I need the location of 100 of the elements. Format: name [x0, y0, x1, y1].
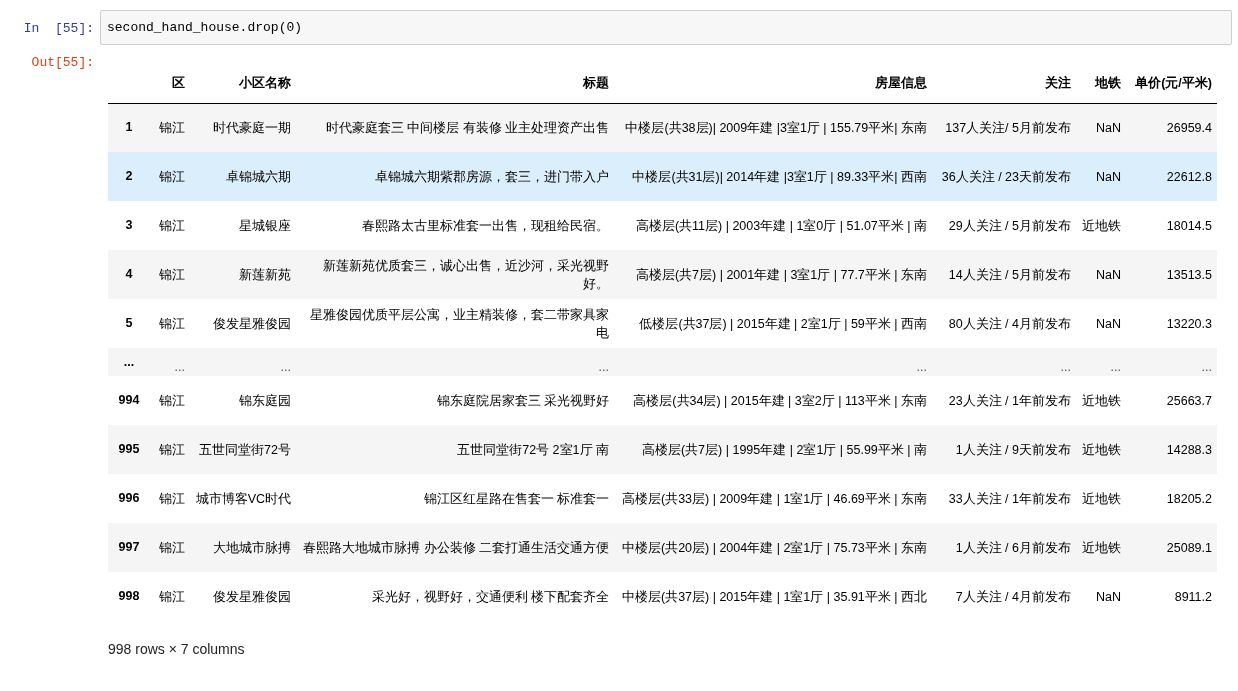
table-cell: 22612.8 — [1166, 169, 1212, 184]
row-index: 997 — [118, 540, 140, 555]
table-cell: 城市博客VC时代 — [195, 491, 291, 506]
table-cell: 近地铁 — [1082, 218, 1121, 233]
table-cell: 时代豪庭套三 中间楼层 有装修 业主处理资产出售 — [325, 120, 609, 135]
row-index: 2 — [125, 169, 133, 184]
table-cell: 近地铁 — [1082, 442, 1121, 457]
table-cell: 锦江 — [159, 540, 185, 555]
row-index: 994 — [118, 393, 140, 408]
table-cell: 中楼层(共37层) | 2015年建 | 1室1厅 | 35.91平米 | 西北 — [622, 589, 927, 604]
table-cell: 1人关注 / 6月前发布 — [955, 540, 1071, 555]
table-row[interactable]: 995 锦江 五世同堂街72号 五世同堂街72号 2室1厅 南 高楼层(共7层) | 1995年建 | 2室1厅 | 55.99平米 | 南 1人关注 / 9天前发布 近地铁 14288.3 — [108, 425, 1217, 474]
table-cell: 26959.4 — [1166, 120, 1212, 135]
table-cell: 14288.3 — [1166, 442, 1212, 457]
table-row[interactable]: 4 锦江 新莲新苑 新莲新苑优质套三，诚心出售，近沙河，采光视野好。 高楼层(共7层) | 2001年建 | 3室1厅 | 77.7平米 | 东南 14人关注 / 5月前发布 NaN 13513.5 — [108, 250, 1217, 299]
table-cell: 18014.5 — [1166, 218, 1212, 233]
table-cell: ... — [1110, 360, 1121, 374]
table-cell: 五世同堂街72号 — [199, 442, 291, 457]
row-index: 1 — [125, 120, 133, 135]
table-cell: 33人关注 / 1年前发布 — [948, 491, 1071, 506]
table-row[interactable]: 997 锦江 大地城市脉搏 春熙路大地城市脉搏 办公装修 二套打通生活交通方便 中楼层(共20层) | 2004年建 | 2室1厅 | 75.73平米 | 东南 1人关注 / 6月前发布 近地铁 25089.1 — [108, 523, 1217, 572]
table-cell: 锦江 — [159, 120, 185, 135]
table-cell: NaN — [1096, 589, 1121, 604]
table-cell: 俊发星雅俊园 — [213, 316, 291, 331]
row-index: 995 — [118, 442, 140, 457]
table-cell: 高楼层(共7层) | 2001年建 | 3室1厅 | 77.7平米 | 东南 — [635, 267, 927, 282]
table-cell: 中楼层(共20层) | 2004年建 | 2室1厅 | 75.73平米 | 东南 — [622, 540, 927, 555]
table-cell: 14人关注 / 5月前发布 — [948, 267, 1071, 282]
column-header: 地铁 — [1095, 75, 1121, 90]
output-prompt: Out[55]: — [30, 54, 95, 72]
table-cell: 13513.5 — [1166, 267, 1212, 282]
column-header: 区 — [172, 75, 185, 90]
table-row[interactable]: 994 锦江 锦东庭园 锦东庭院居家套三 采光视野好 高楼层(共34层) | 2015年建 | 3室2厅 | 113平米 | 东南 23人关注 / 1年前发布 近地铁 25663.7 — [108, 376, 1217, 425]
table-cell: ... — [916, 360, 927, 374]
table-cell: 1人关注 / 9天前发布 — [955, 442, 1071, 457]
table-cell: ... — [174, 360, 185, 374]
table-cell: 137人关注/ 5月前发布 — [945, 120, 1071, 135]
table-cell: 锦江 — [159, 442, 185, 457]
table-cell: NaN — [1096, 120, 1121, 135]
table-cell: 18205.2 — [1166, 491, 1212, 506]
table-cell: 新莲新苑 — [239, 267, 291, 282]
column-header: 关注 — [1045, 75, 1071, 90]
table-row[interactable]: ... ... ... ... ... ... ... ... — [108, 348, 1217, 376]
row-index: 996 — [118, 491, 140, 506]
table-row[interactable]: 5 锦江 俊发星雅俊园 星雅俊园优质平层公寓，业主精装修，套二带家具家电 低楼层(共37层) | 2015年建 | 2室1厅 | 59平米 | 西南 80人关注 / 4月前发布 NaN 13220.3 — [108, 299, 1217, 348]
column-header: 小区名称 — [239, 75, 291, 90]
table-cell: 80人关注 / 4月前发布 — [948, 316, 1071, 331]
table-cell: 中楼层(共38层)| 2009年建 |3室1厅 | 155.79平米| 东南 — [625, 120, 927, 135]
row-index: 3 — [125, 218, 133, 233]
table-cell: 锦东庭院居家套三 采光视野好 — [436, 393, 609, 408]
table-cell: 36人关注 / 23天前发布 — [941, 169, 1071, 184]
table-cell: 锦江 — [159, 393, 185, 408]
table-cell: 锦江区红星路在售套一 标准套一 — [423, 491, 609, 506]
table-cell: 13220.3 — [1166, 316, 1212, 331]
table-cell: ... — [280, 360, 291, 374]
table-cell: 7人关注 / 4月前发布 — [955, 589, 1071, 604]
column-header: 单价(元/平米) — [1135, 75, 1212, 90]
table-cell: 采光好，视野好，交通便利 楼下配套齐全 — [371, 589, 609, 604]
table-cell: 锦东庭园 — [239, 393, 291, 408]
column-header: 标题 — [583, 75, 609, 90]
table-cell: 新莲新苑优质套三，诚心出售，近沙河，采光视野好。 — [323, 258, 609, 291]
table-cell: 中楼层(共31层)| 2014年建 |3室1厅 | 89.33平米| 西南 — [632, 169, 927, 184]
table-cell: 锦江 — [159, 169, 185, 184]
column-header: 房屋信息 — [875, 75, 927, 90]
row-index: ... — [123, 354, 135, 369]
table-cell: ... — [1201, 360, 1212, 374]
table-cell: 五世同堂街72号 2室1厅 南 — [457, 442, 609, 457]
table-cell: 29人关注 / 5月前发布 — [948, 218, 1071, 233]
table-row[interactable]: 996 锦江 城市博客VC时代 锦江区红星路在售套一 标准套一 高楼层(共33层) | 2009年建 | 1室1厅 | 46.69平米 | 东南 33人关注 / 1年前发布 近地铁 18205.2 — [108, 474, 1217, 523]
table-cell: 近地铁 — [1082, 491, 1121, 506]
table-row[interactable]: 1 锦江 时代豪庭一期 时代豪庭套三 中间楼层 有装修 业主处理资产出售 中楼层(共38层)| 2009年建 |3室1厅 | 155.79平米| 东南 137人关注/ 5月前发布 NaN 26959.4 — [108, 103, 1217, 152]
table-cell: 俊发星雅俊园 — [213, 589, 291, 604]
table-cell: ... — [1060, 360, 1071, 374]
row-index: 5 — [125, 316, 133, 331]
table-cell: 卓锦城六期 — [226, 169, 291, 184]
table-cell: 星雅俊园优质平层公寓，业主精装修，套二带家具家电 — [310, 307, 609, 340]
table-row[interactable]: 3 锦江 星城银座 春熙路太古里标准套一出售，现租给民宿。 高楼层(共11层) | 2003年建 | 1室0厅 | 51.07平米 | 南 29人关注 / 5月前发布 近地铁 18014.5 — [108, 201, 1217, 250]
table-cell: 大地城市脉搏 — [213, 540, 291, 555]
table-cell: 23人关注 / 1年前发布 — [948, 393, 1071, 408]
table-cell: 春熙路大地城市脉搏 办公装修 二套打通生活交通方便 — [303, 540, 609, 555]
table-cell: 近地铁 — [1082, 540, 1121, 555]
table-cell: 锦江 — [159, 316, 185, 331]
table-cell: 锦江 — [159, 491, 185, 506]
table-cell: NaN — [1096, 169, 1121, 184]
table-cell: 锦江 — [159, 267, 185, 282]
table-cell: 8911.2 — [1174, 589, 1212, 604]
table-cell: NaN — [1096, 316, 1121, 331]
table-cell: 低楼层(共37层) | 2015年建 | 2室1厅 | 59平米 | 西南 — [639, 316, 927, 331]
row-index: 4 — [125, 267, 133, 282]
table-shape-note: 998 rows × 7 columns — [108, 640, 246, 659]
table-cell: 高楼层(共33层) | 2009年建 | 1室1厅 | 46.69平米 | 东南 — [622, 491, 927, 506]
code-cell[interactable]: second_hand_house.drop(0) — [100, 10, 1232, 45]
table-cell: 25663.7 — [1166, 393, 1212, 408]
table-cell: 卓锦城六期紫郡房源，套三，进门带入户 — [375, 169, 609, 184]
table-cell: NaN — [1096, 267, 1121, 282]
row-index: 998 — [118, 589, 140, 604]
input-prompt: In [55]: — [22, 20, 95, 38]
table-cell: 锦江 — [159, 589, 185, 604]
table-cell: 高楼层(共34层) | 2015年建 | 3室2厅 | 113平米 | 东南 — [633, 393, 927, 408]
table-cell: 星城银座 — [239, 218, 291, 233]
